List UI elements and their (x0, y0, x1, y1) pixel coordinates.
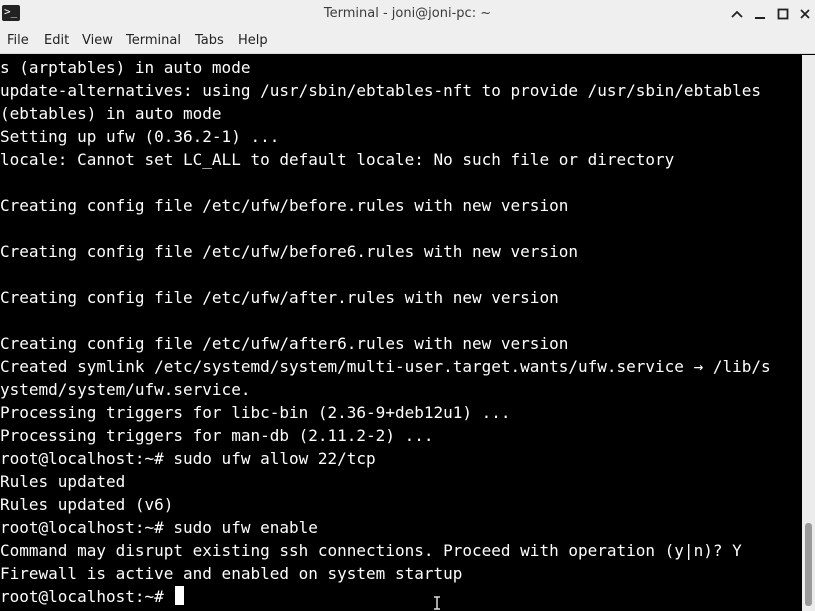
window-title: Terminal - joni@joni-pc: ~ (323, 6, 492, 21)
terminal-line: s (arptables) in auto mode (0, 58, 251, 77)
terminal-line: ystemd/system/ufw.service. (0, 380, 251, 399)
terminal-line: Creating config file /etc/ufw/after.rule… (0, 288, 559, 307)
minimize-icon[interactable] (750, 4, 770, 24)
title-bar: >_ Terminal - joni@joni-pc: ~ (0, 0, 815, 28)
terminal-line: Rules updated (v6) (0, 495, 174, 514)
menu-file[interactable]: File (7, 28, 29, 54)
terminal-line: Firewall is active and enabled on system… (0, 564, 463, 583)
menu-tabs[interactable]: Tabs (195, 28, 224, 54)
terminal-line: root@localhost:~# sudo ufw enable (0, 518, 318, 537)
terminal-line: (ebtables) in auto mode (0, 104, 222, 123)
terminal-line: Command may disrupt existing ssh connect… (0, 541, 742, 560)
menu-view[interactable]: View (82, 28, 113, 54)
ibeam-cursor-icon (434, 596, 440, 610)
menu-help[interactable]: Help (238, 28, 268, 54)
terminal-line: Created symlink /etc/systemd/system/mult… (0, 357, 771, 376)
terminal-line: Processing triggers for man-db (2.11.2-2… (0, 426, 434, 445)
menu-bar: File Edit View Terminal Tabs Help (0, 28, 815, 54)
terminal-line: Rules updated (0, 472, 126, 491)
terminal-line: Creating config file /etc/ufw/before6.ru… (0, 242, 578, 261)
terminal-line: Creating config file /etc/ufw/after6.rul… (0, 334, 569, 353)
terminal-line: Setting up ufw (0.36.2-1) ... (0, 127, 280, 146)
terminal-line: root@localhost:~# sudo ufw allow 22/tcp (0, 449, 376, 468)
terminal-line: update-alternatives: using /usr/sbin/ebt… (0, 81, 761, 100)
terminal-prompt: root@localhost:~# (0, 587, 174, 606)
menu-terminal[interactable]: Terminal (126, 28, 181, 54)
scrollbar-thumb[interactable] (805, 523, 812, 606)
terminal-prompt-line[interactable]: root@localhost:~# (0, 585, 185, 608)
terminal-line: Processing triggers for libc-bin (2.36-9… (0, 403, 511, 422)
text-cursor (175, 586, 185, 605)
terminal-output[interactable]: s (arptables) in auto mode update-altern… (0, 55, 801, 611)
close-icon[interactable] (795, 4, 815, 24)
terminal-line: locale: Cannot set LC_ALL to default loc… (0, 150, 675, 169)
menu-edit[interactable]: Edit (44, 28, 69, 54)
terminal-line: Creating config file /etc/ufw/before.rul… (0, 196, 569, 215)
maximize-icon[interactable] (773, 4, 793, 24)
chevron-up-icon[interactable] (727, 4, 747, 24)
